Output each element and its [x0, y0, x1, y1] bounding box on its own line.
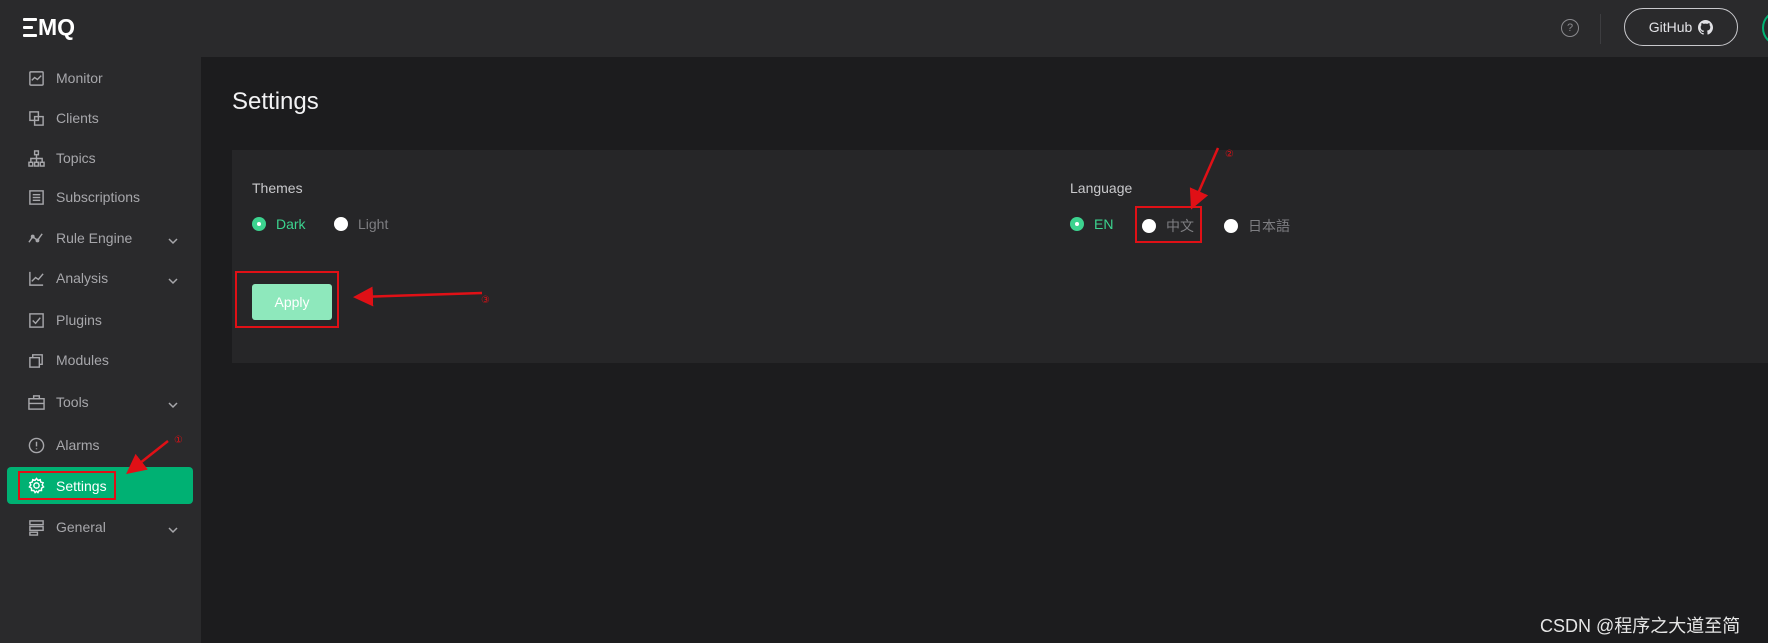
theme-dark-radio[interactable]: Dark: [252, 216, 306, 232]
clients-icon: [27, 109, 45, 127]
annotation-step-1: ①: [174, 435, 183, 446]
sidebar-item-general[interactable]: General: [0, 507, 201, 547]
sidebar-item-tools[interactable]: Tools: [0, 382, 201, 422]
sidebar-item-label: Alarms: [56, 437, 100, 453]
alarms-icon: [27, 436, 45, 454]
emq-logo[interactable]: MQ: [23, 14, 75, 41]
analysis-icon: [27, 269, 45, 287]
sidebar-item-subscriptions[interactable]: Subscriptions: [0, 177, 201, 217]
chevron-down-icon: [168, 522, 178, 534]
highlight-settings-box: [18, 471, 116, 500]
sidebar-item-label: Subscriptions: [56, 189, 141, 205]
monitor-icon: [27, 69, 45, 87]
sidebar-item-label: General: [56, 519, 106, 535]
radio-label: Dark: [276, 216, 306, 232]
highlight-zh-box: [1135, 206, 1202, 243]
sidebar-item-monitor[interactable]: Monitor: [0, 58, 201, 98]
topbar: [201, 0, 1768, 58]
subscriptions-icon: [27, 188, 45, 206]
github-button[interactable]: GitHub: [1624, 8, 1738, 46]
radio-dot: [1224, 219, 1238, 233]
annotation-step-2: ②: [1225, 149, 1234, 160]
sidebar-item-label: Analysis: [56, 270, 109, 286]
radio-dot: [252, 217, 266, 231]
logo-text: MQ: [38, 14, 76, 40]
radio-dot: [1070, 217, 1084, 231]
plugins-icon: [27, 311, 45, 329]
sidebar-item-alarms[interactable]: Alarms: [0, 425, 201, 465]
sidebar-item-clients[interactable]: Clients: [0, 98, 201, 138]
highlight-apply-box: [235, 271, 339, 328]
sidebar-item-modules[interactable]: Modules: [0, 340, 201, 380]
settings-card: [232, 150, 1768, 363]
sidebar: MQ Monitor Clients Topics Subscriptions …: [0, 0, 201, 643]
modules-icon: [27, 351, 45, 369]
topics-icon: [27, 149, 45, 167]
language-label: Language: [1070, 180, 1133, 196]
divider: [1600, 14, 1601, 44]
rule-engine-icon: [27, 229, 45, 247]
github-label: GitHub: [1648, 19, 1693, 35]
tools-icon: [27, 393, 45, 411]
sidebar-item-analysis[interactable]: Analysis: [0, 258, 201, 298]
chevron-down-icon: [168, 397, 178, 409]
github-icon: [1698, 19, 1714, 35]
sidebar-item-label: Tools: [56, 394, 89, 410]
chevron-down-icon: [168, 273, 178, 285]
radio-label: 日本語: [1248, 218, 1290, 234]
logo-mark-icon: [23, 18, 37, 37]
general-icon: [27, 518, 45, 536]
help-icon[interactable]: ?: [1561, 19, 1579, 37]
sidebar-item-label: Topics: [56, 150, 96, 166]
language-en-radio[interactable]: EN: [1070, 216, 1113, 232]
page-title: Settings: [232, 88, 319, 115]
sidebar-item-label: Monitor: [56, 70, 103, 86]
watermark: CSDN @程序之大道至简: [1540, 616, 1741, 636]
sidebar-item-rule-engine[interactable]: Rule Engine: [0, 218, 201, 258]
sidebar-item-label: Rule Engine: [56, 230, 133, 246]
sidebar-item-topics[interactable]: Topics: [0, 138, 201, 178]
sidebar-item-label: Clients: [56, 110, 99, 126]
radio-label: EN: [1094, 216, 1114, 232]
sidebar-item-label: Plugins: [56, 312, 102, 328]
sidebar-item-plugins[interactable]: Plugins: [0, 300, 201, 340]
radio-dot: [334, 217, 348, 231]
radio-label: Light: [358, 216, 389, 232]
theme-light-radio[interactable]: Light: [334, 216, 388, 232]
annotation-step-3: ③: [481, 295, 490, 306]
chevron-down-icon: [168, 233, 178, 245]
language-ja-radio[interactable]: 日本語: [1224, 216, 1290, 236]
themes-label: Themes: [252, 180, 303, 196]
sidebar-item-label: Modules: [56, 352, 109, 368]
